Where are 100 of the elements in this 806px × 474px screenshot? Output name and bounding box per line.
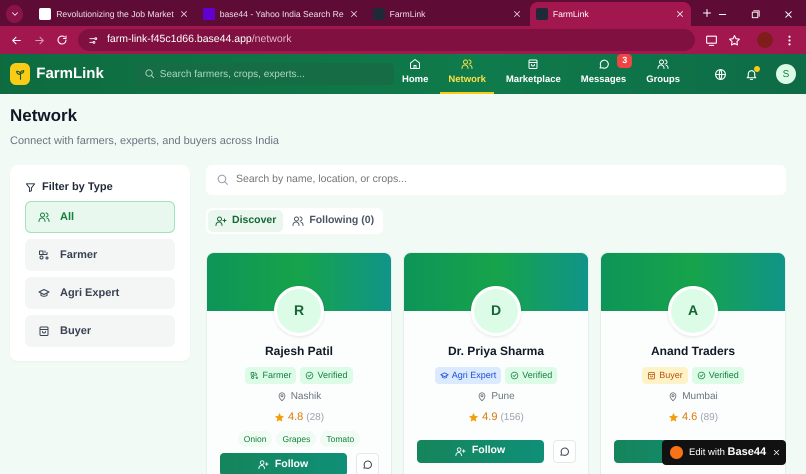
people-icon bbox=[292, 214, 304, 227]
filter-option[interactable]: All bbox=[25, 201, 175, 234]
verified-tag: Verified bbox=[692, 366, 744, 384]
filter-option[interactable]: Buyer bbox=[25, 315, 175, 348]
edit-with-toast[interactable]: Edit with Base44 bbox=[662, 440, 786, 465]
site-settings-icon bbox=[88, 34, 99, 46]
new-tab-icon bbox=[701, 6, 714, 19]
role-tag: Agri Expert bbox=[434, 366, 502, 384]
browser-tab[interactable]: FarmLink bbox=[366, 2, 528, 26]
restore-icon bbox=[750, 9, 762, 20]
location-pin-icon bbox=[668, 392, 678, 402]
yahoo-logo-icon bbox=[202, 8, 215, 20]
location-pin-icon bbox=[276, 392, 287, 402]
page-subtitle: Connect with farmers, experts, and buyers across India bbox=[10, 134, 280, 150]
back-icon bbox=[10, 34, 23, 46]
chat-bubble-icon bbox=[362, 459, 372, 470]
brand-name: FarmLink bbox=[36, 64, 104, 84]
view-tab[interactable]: Discover bbox=[208, 210, 284, 232]
rating: 4.8 bbox=[288, 410, 304, 426]
close-icon bbox=[783, 9, 794, 20]
user-avatar[interactable]: S bbox=[776, 64, 796, 84]
check-circle-icon bbox=[510, 370, 520, 380]
page-favicon-icon bbox=[39, 8, 52, 20]
location: Nashik bbox=[290, 390, 322, 404]
filter-icon bbox=[25, 182, 36, 193]
location: Mumbai bbox=[682, 390, 718, 404]
bookmark-star-icon bbox=[728, 34, 741, 46]
user-add-icon bbox=[215, 214, 227, 227]
profile-name: Anand Traders bbox=[650, 342, 736, 360]
nav-link[interactable]: Home bbox=[394, 54, 436, 94]
people-icon bbox=[38, 211, 50, 224]
sprout-icon bbox=[14, 68, 27, 80]
people-icon bbox=[657, 58, 670, 70]
profile-name: Rajesh Patil bbox=[264, 342, 334, 360]
bell-icon bbox=[745, 68, 758, 80]
check-circle-icon bbox=[696, 370, 706, 380]
close-icon bbox=[675, 9, 686, 19]
rating: 4.9 bbox=[482, 410, 498, 426]
view-tab[interactable]: Following (0) bbox=[285, 210, 382, 232]
edit-label: Edit with Base44 bbox=[689, 445, 766, 460]
close-icon bbox=[178, 9, 189, 19]
shopping-bag-icon bbox=[647, 370, 656, 380]
review-count: (156) bbox=[500, 410, 524, 425]
unread-count: 3 bbox=[617, 54, 632, 68]
site-favicon-icon bbox=[536, 8, 548, 20]
star-icon bbox=[274, 412, 285, 423]
nav-link[interactable]: Groups bbox=[638, 54, 688, 94]
review-count: (28) bbox=[306, 410, 324, 425]
browser-tab[interactable]: base44 - Yahoo India Search Re bbox=[196, 2, 365, 26]
close-icon bbox=[512, 9, 522, 19]
verified-tag: Verified bbox=[300, 366, 353, 384]
star-icon bbox=[668, 412, 679, 423]
forward-icon bbox=[33, 34, 46, 46]
user-add-icon bbox=[258, 459, 269, 470]
globe-icon bbox=[714, 68, 727, 80]
message-button[interactable] bbox=[552, 440, 576, 463]
location-pin-icon bbox=[477, 392, 488, 402]
crop-tag: Onion bbox=[238, 430, 272, 448]
rating: 4.6 bbox=[682, 410, 698, 426]
chat-bubble-icon bbox=[598, 58, 610, 70]
role-tag: Buyer bbox=[642, 366, 688, 384]
people-search-field[interactable]: Search by name, location, or crops... bbox=[206, 164, 786, 195]
filter-option[interactable]: Farmer bbox=[25, 239, 175, 272]
graduation-cap-icon bbox=[440, 370, 449, 380]
profile-name: Dr. Priya Sharma bbox=[448, 342, 544, 360]
check-circle-icon bbox=[305, 370, 314, 380]
install-app-icon bbox=[705, 34, 718, 46]
url-text: farm-link-f45c1d66.base44.app/network bbox=[107, 32, 292, 48]
nav-link[interactable]: Network bbox=[440, 54, 494, 94]
shopping-bag-icon bbox=[527, 58, 540, 70]
verified-tag: Verified bbox=[505, 366, 558, 384]
home-icon bbox=[409, 58, 422, 70]
browser-tab[interactable]: Revolutionizing the Job Market bbox=[33, 2, 195, 26]
browser-tab[interactable]: FarmLink bbox=[530, 2, 692, 26]
filter-title: Filter by Type bbox=[42, 180, 113, 195]
follow-button[interactable]: Follow bbox=[220, 453, 346, 474]
people-icon bbox=[461, 58, 474, 70]
nav-link[interactable]: Messages 3 bbox=[572, 54, 634, 94]
site-favicon-icon bbox=[372, 8, 385, 20]
sun-logo-icon bbox=[670, 446, 683, 459]
reload-icon bbox=[56, 34, 68, 46]
role-tag: Farmer bbox=[245, 366, 296, 384]
chat-bubble-icon bbox=[558, 446, 570, 457]
close-icon bbox=[772, 448, 782, 457]
close-icon bbox=[348, 9, 359, 19]
location: Pune bbox=[491, 390, 515, 404]
shopping-bag-icon bbox=[38, 325, 50, 338]
graduation-cap-icon bbox=[38, 287, 50, 300]
follow-button[interactable]: Follow bbox=[416, 440, 544, 463]
address-bar[interactable]: farm-link-f45c1d66.base44.app/network bbox=[78, 29, 695, 51]
star-icon bbox=[468, 412, 480, 423]
user-add-icon bbox=[454, 446, 466, 457]
nav-link[interactable]: Marketplace bbox=[498, 54, 569, 94]
crop-tag: Grapes bbox=[276, 430, 316, 448]
message-button[interactable] bbox=[356, 453, 378, 474]
header-search-field[interactable]: Search farmers, crops, experts... bbox=[136, 63, 394, 85]
review-count: (89) bbox=[700, 410, 718, 425]
page-title: Network bbox=[10, 106, 78, 126]
filter-option[interactable]: Agri Expert bbox=[25, 277, 175, 310]
crop-tag: Tomato bbox=[320, 430, 360, 448]
